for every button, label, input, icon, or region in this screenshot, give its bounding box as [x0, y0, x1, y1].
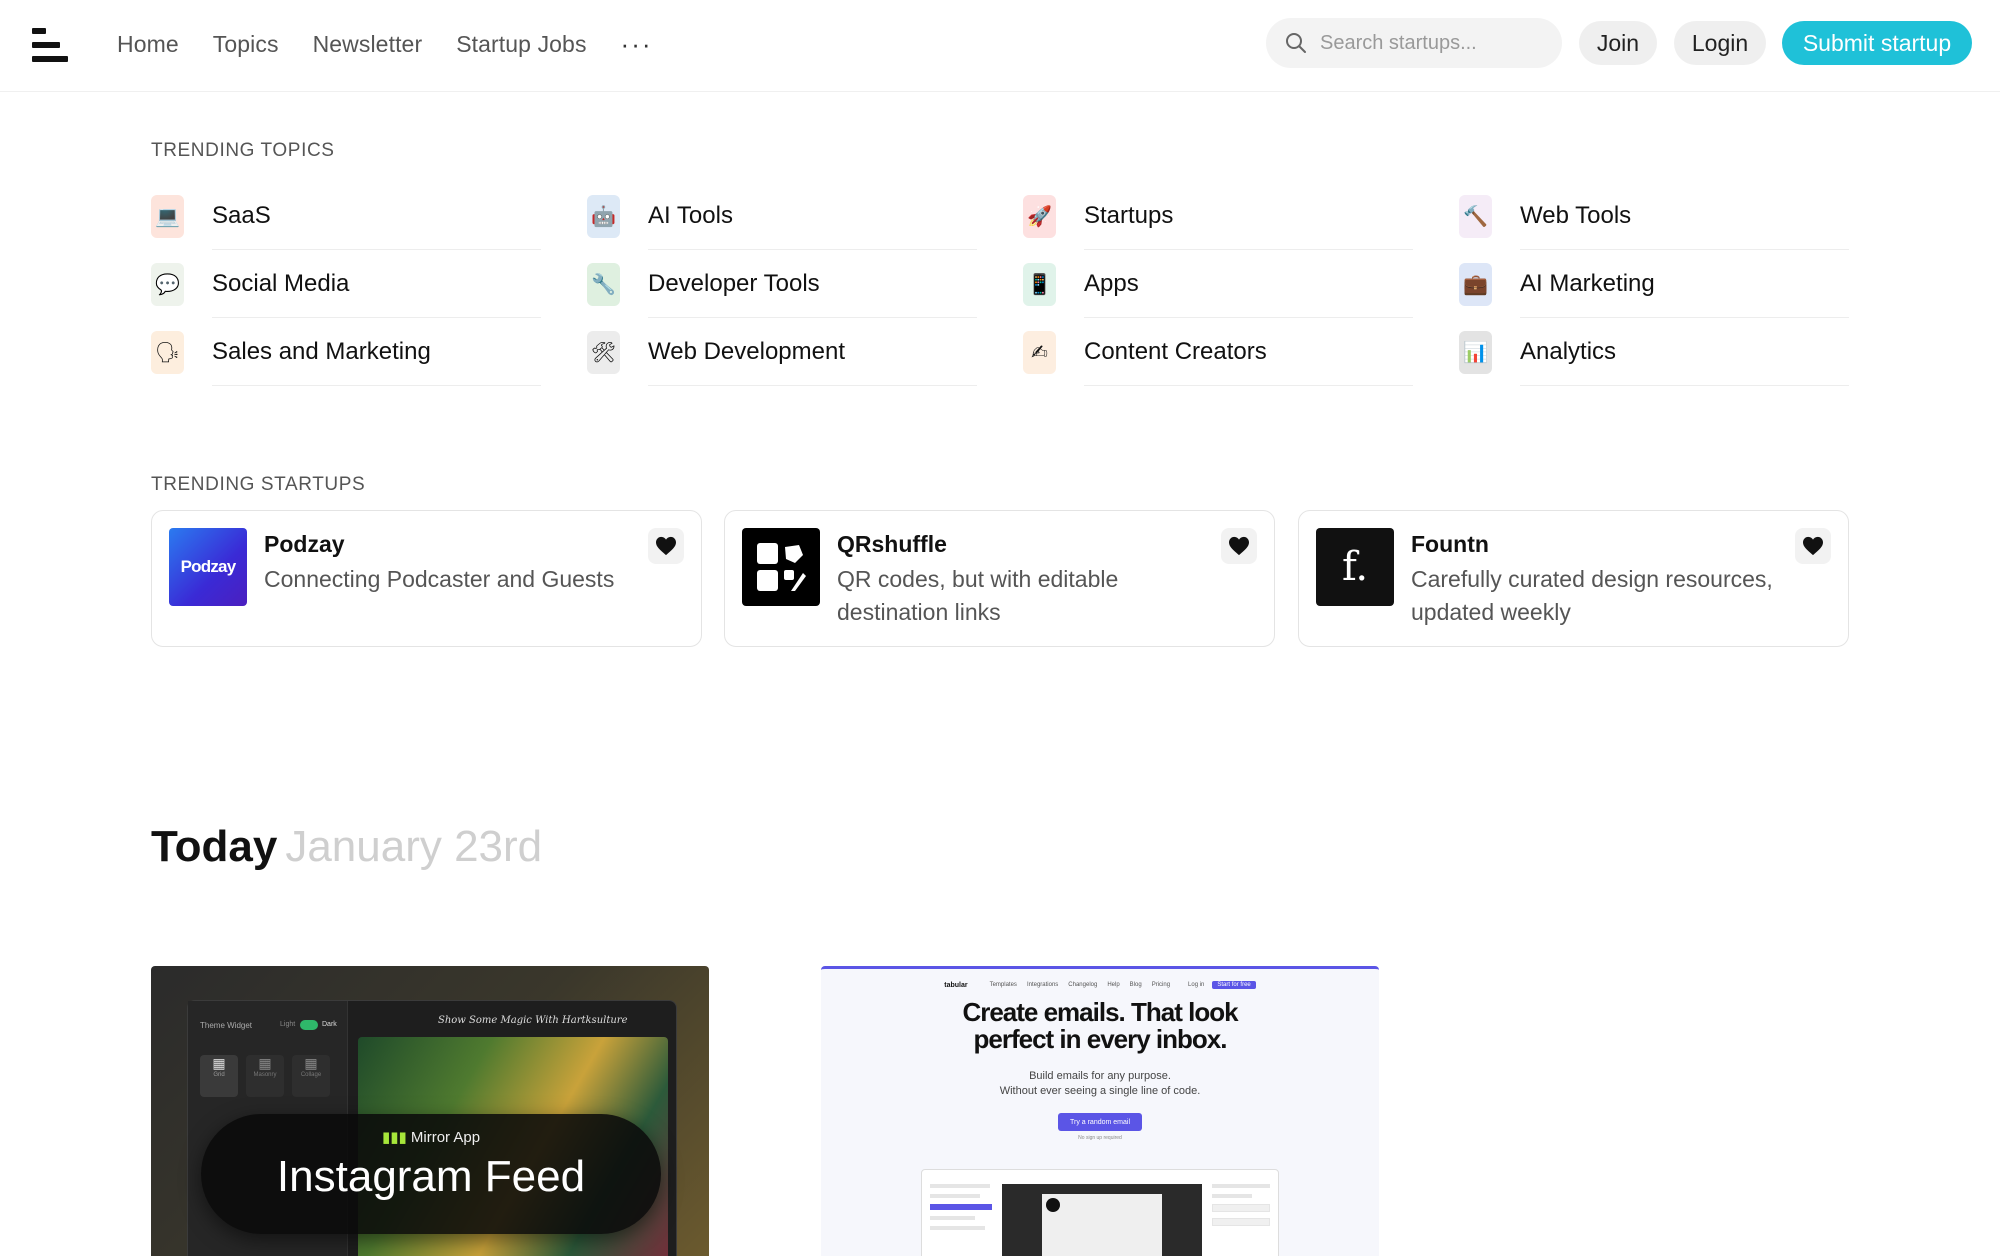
tabular-subtext: Build emails for any purpose. Without ev… — [999, 1070, 1201, 1097]
topic-label: Startups — [1084, 182, 1413, 250]
trending-startups-heading: TRENDING STARTUPS — [151, 474, 366, 495]
topic-emoji-icon: 🗣 — [151, 330, 184, 374]
light-label: Light — [280, 1021, 296, 1028]
startup-description: Connecting Podcaster and Guests — [264, 566, 615, 592]
email-preview — [1002, 1184, 1202, 1256]
startup-card-podzay[interactable]: Podzay Podzay Connecting Podcaster and G… — [151, 510, 702, 647]
topic-emoji-icon: 💬 — [151, 262, 184, 306]
topic-emoji-icon: 💼 — [1459, 262, 1492, 306]
startup-name: Podzay — [264, 531, 345, 557]
topic-item-apps[interactable]: 📱 Apps — [1023, 250, 1413, 318]
topic-item-sales-and-marketing[interactable]: 🗣 Sales and Marketing — [151, 318, 541, 386]
nav-topics[interactable]: Topics — [213, 31, 279, 58]
topic-emoji-icon: 📊 — [1459, 330, 1492, 374]
topic-item-content-creators[interactable]: ✍ Content Creators — [1023, 318, 1413, 386]
dark-label: Dark — [322, 1021, 337, 1028]
startup-description: Carefully curated design resources, upda… — [1411, 566, 1773, 625]
topic-item-web-development[interactable]: 🛠 Web Development — [587, 318, 977, 386]
topic-emoji-icon: ✍ — [1023, 330, 1056, 374]
main-nav: Home Topics Newsletter Startup Jobs ··· — [117, 28, 687, 60]
startup-card-fountn[interactable]: f. Fountn Carefully curated design resou… — [1298, 510, 1849, 647]
top-header: Home Topics Newsletter Startup Jobs ··· … — [0, 0, 2000, 92]
topic-item-developer-tools[interactable]: 🔧 Developer Tools — [587, 250, 977, 318]
topic-item-social-media[interactable]: 💬 Social Media — [151, 250, 541, 318]
topic-label: Analytics — [1520, 318, 1849, 386]
more-icon[interactable]: ··· — [621, 31, 653, 57]
feed-headline: Show Some Magic With Hartksulture — [438, 1015, 628, 1026]
topic-emoji-icon: 💻 — [151, 194, 184, 238]
topic-label: Web Tools — [1520, 182, 1849, 250]
mock-site-nav: tabular Templates Integrations Changelog… — [821, 979, 1379, 991]
start-free-button: Start for free — [1212, 981, 1256, 989]
mock-editor-window — [921, 1169, 1279, 1256]
topic-label: AI Marketing — [1520, 250, 1849, 318]
qr-icon — [757, 543, 806, 591]
today-date: January 23rd — [285, 822, 543, 871]
topic-item-ai-marketing[interactable]: 💼 AI Marketing — [1459, 250, 1849, 318]
qrshuffle-logo — [742, 528, 820, 606]
layout-tile-masonry: ▦ Masonry — [246, 1055, 284, 1097]
instagram-feed-banner: ▮▮▮ Mirror App Instagram Feed — [201, 1114, 661, 1234]
topic-emoji-icon: 📱 — [1023, 262, 1056, 306]
topic-label: Sales and Marketing — [212, 318, 541, 386]
search-box[interactable] — [1266, 18, 1562, 68]
mirror-app-badge: ▮▮▮ Mirror App — [381, 1129, 481, 1146]
no-signup-note: No sign up required — [1078, 1135, 1122, 1141]
nav-newsletter[interactable]: Newsletter — [313, 31, 423, 58]
today-heading: Today January 23rd — [151, 822, 542, 872]
submit-startup-button[interactable]: Submit startup — [1782, 21, 1972, 65]
topic-label: SaaS — [212, 182, 541, 250]
nav-startup-jobs[interactable]: Startup Jobs — [456, 31, 586, 58]
topic-label: Developer Tools — [648, 250, 977, 318]
topic-label: Apps — [1084, 250, 1413, 318]
layout-tile-collage: ▦ Collage — [292, 1055, 330, 1097]
trending-topics-heading: TRENDING TOPICS — [151, 140, 335, 161]
login-button[interactable]: Login — [1674, 21, 1766, 65]
join-button[interactable]: Join — [1579, 21, 1657, 65]
topic-emoji-icon: 🚀 — [1023, 194, 1056, 238]
podzay-logo: Podzay — [169, 528, 247, 606]
layout-tile-grid: ▦ Grid — [200, 1055, 238, 1097]
topic-item-ai-tools[interactable]: 🤖 AI Tools — [587, 182, 977, 250]
today-title: Today — [151, 822, 278, 871]
topic-item-startups[interactable]: 🚀 Startups — [1023, 182, 1413, 250]
toggle-icon — [300, 1020, 318, 1030]
preview-logo-icon — [1046, 1198, 1060, 1212]
feed-card-image-tabular[interactable]: tabular Templates Integrations Changelog… — [821, 966, 1379, 1256]
topic-label: Social Media — [212, 250, 541, 318]
topic-item-analytics[interactable]: 📊 Analytics — [1459, 318, 1849, 386]
topic-label: Content Creators — [1084, 318, 1413, 386]
feed-card-image-instagram-feed[interactable]: Theme Widget Light Dark ▦ Grid ▦ Masonry ▦… — [151, 966, 709, 1256]
fountn-logo: f. — [1316, 528, 1394, 606]
search-icon — [1286, 33, 1306, 53]
startup-description: QR codes, but with editable destination … — [837, 566, 1119, 625]
heart-icon[interactable] — [648, 528, 684, 564]
site-logo-icon[interactable] — [32, 28, 68, 64]
topic-item-web-tools[interactable]: 🔨 Web Tools — [1459, 182, 1849, 250]
topic-emoji-icon: 🛠 — [587, 330, 620, 374]
theme-widget-label: Theme Widget — [200, 1021, 253, 1030]
heart-icon[interactable] — [1795, 528, 1831, 564]
tabular-headline: Create emails. That look perfect in ever… — [962, 997, 1238, 1054]
fountn-logo-text: f. — [1341, 544, 1369, 590]
startup-name: QRshuffle — [837, 531, 947, 557]
topic-emoji-icon: 🔨 — [1459, 194, 1492, 238]
podzay-logo-text: Podzay — [180, 557, 237, 576]
topic-emoji-icon: 🔧 — [587, 262, 620, 306]
nav-home[interactable]: Home — [117, 31, 179, 58]
topic-emoji-icon: 🤖 — [587, 194, 620, 238]
topic-item-saas[interactable]: 💻 SaaS — [151, 182, 541, 250]
heart-icon[interactable] — [1221, 528, 1257, 564]
instagram-feed-title: Instagram Feed — [276, 1152, 586, 1201]
startup-card-qrshuffle[interactable]: QRshuffle QR codes, but with editable de… — [724, 510, 1275, 647]
search-input[interactable] — [1320, 31, 1540, 55]
topic-label: Web Development — [648, 318, 977, 386]
startup-name: Fountn — [1411, 531, 1489, 557]
topic-label: AI Tools — [648, 182, 977, 250]
try-random-email-button: Try a random email — [1058, 1113, 1142, 1131]
tabular-brand: tabular — [944, 981, 968, 989]
